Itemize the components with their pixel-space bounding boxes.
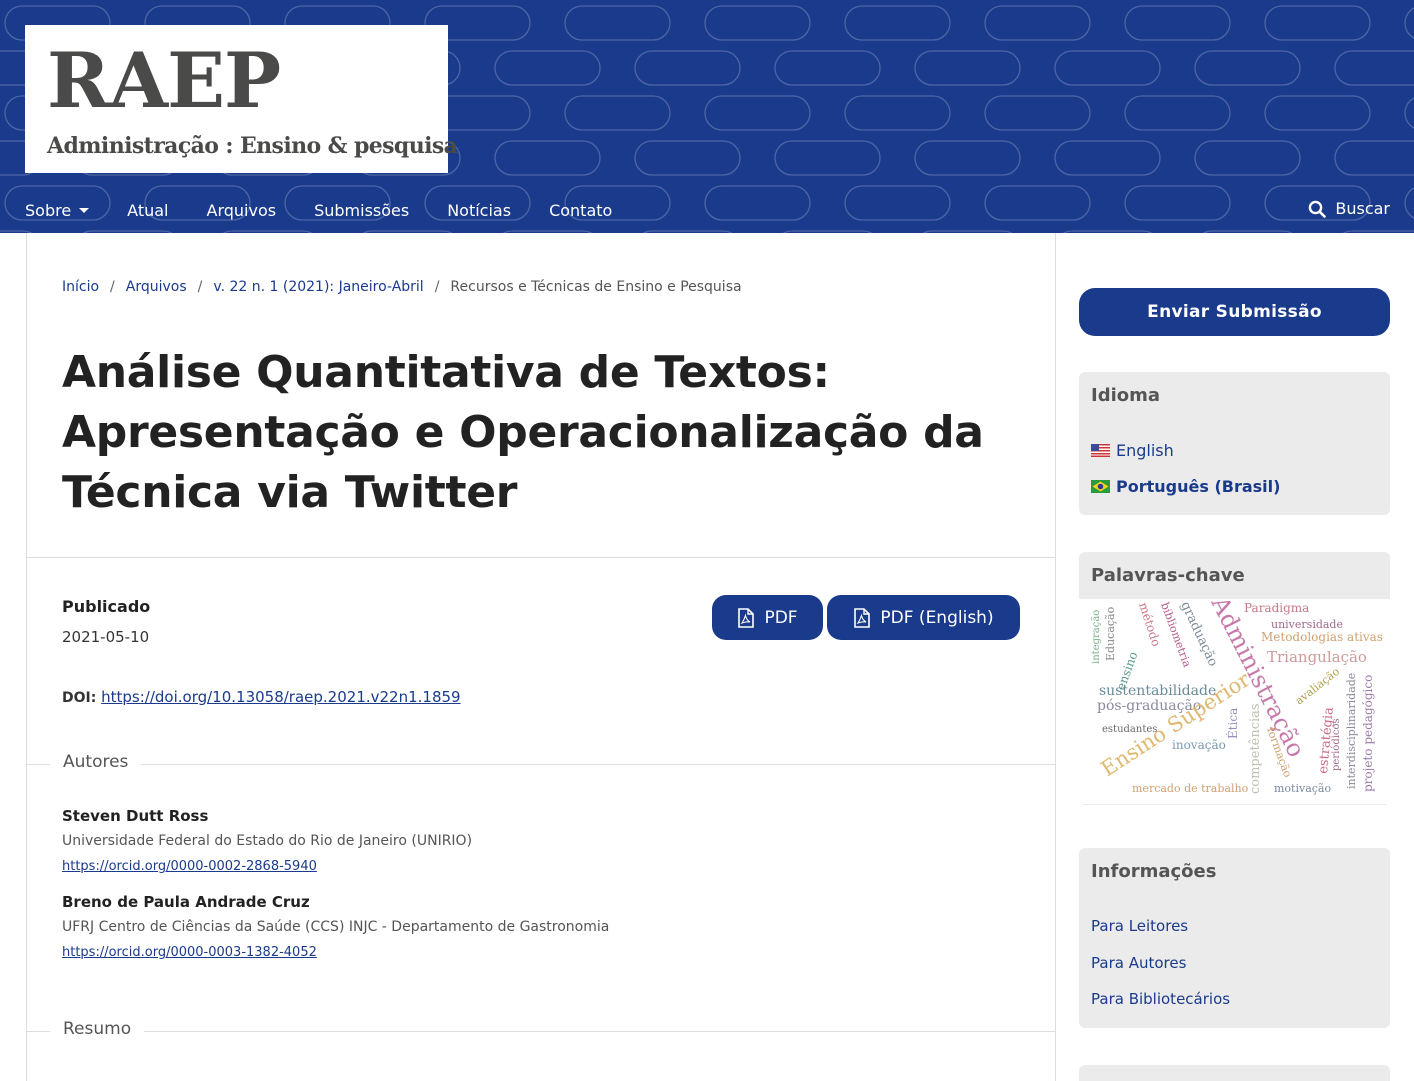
keyword-cloud: integração Educação ensino método biblio… (1079, 599, 1390, 804)
pdf-english-button[interactable]: PDF (English) (827, 595, 1020, 640)
nav-item-label: Contato (549, 200, 613, 220)
breadcrumb-issue[interactable]: v. 22 n. 1 (2021): Janeiro-Abril (213, 279, 423, 295)
submit-manuscript-button[interactable]: Enviar Submissão (1079, 288, 1390, 336)
file-pdf-icon (854, 607, 871, 628)
nav-item-label: Atual (127, 200, 169, 220)
language-label: English (1116, 441, 1174, 460)
keywords-block-title: Palavras-chave (1091, 565, 1245, 586)
keyword[interactable]: inovação (1172, 738, 1226, 752)
doi: DOI: https://doi.org/10.13058/raep.2021.… (62, 688, 461, 706)
breadcrumb-inicio[interactable]: Início (62, 279, 99, 295)
author-orcid-link[interactable]: https://orcid.org/0000-0002-2868-5940 (62, 859, 317, 874)
nav-item-noticias[interactable]: Notícias (447, 201, 511, 220)
us-flag-icon (1091, 444, 1110, 457)
keyword[interactable]: estudantes (1102, 724, 1157, 735)
info-block-title: Informações (1091, 861, 1217, 882)
site-logo[interactable]: RAEP Administração : Ensino & pesquisa (25, 25, 458, 173)
keyword[interactable]: periódicos (1331, 718, 1342, 771)
language-block-title: Idioma (1091, 385, 1161, 406)
nav-item-atual[interactable]: Atual (127, 201, 168, 220)
keywords-block: Palavras-chave integração Educação ensin… (1079, 552, 1390, 805)
nav-item-label: Notícias (447, 200, 512, 220)
keyword[interactable]: Educação (1104, 606, 1117, 661)
nav-item-arquivos[interactable]: Arquivos (207, 201, 277, 220)
author-orcid-link[interactable]: https://orcid.org/0000-0003-1382-4052 (62, 945, 317, 960)
nav-item-sobre[interactable]: Sobre (25, 200, 90, 220)
keyword[interactable]: Paradigma (1244, 601, 1309, 615)
authors-divider (27, 764, 1055, 765)
brazil-flag-icon (1091, 480, 1110, 493)
published-label: Publicado (62, 597, 151, 616)
doi-link[interactable]: https://doi.org/10.13058/raep.2021.v22n1… (101, 688, 460, 706)
divider (27, 557, 1055, 558)
keyword[interactable]: Ética (1225, 708, 1240, 739)
info-link-bibliotecarios[interactable]: Para Bibliotecários (1091, 990, 1230, 1008)
language-english-link[interactable]: English (1091, 441, 1174, 460)
published-date: 2021-05-10 (62, 628, 150, 646)
language-portuguese-link[interactable]: Português (Brasil) (1091, 477, 1280, 496)
site-header: RAEP Administração : Ensino & pesquisa S… (0, 0, 1414, 233)
language-label: Português (Brasil) (1116, 477, 1281, 496)
breadcrumb-separator: / (434, 279, 440, 295)
caret-down-icon (79, 207, 90, 213)
next-sidebar-block (1079, 1065, 1390, 1081)
logo-title: RAEP (47, 36, 281, 125)
search-label: Buscar (1335, 199, 1390, 218)
author-affiliation: UFRJ Centro de Ciências da Saúde (CCS) I… (62, 919, 610, 935)
search-icon (1309, 200, 1327, 218)
keyword[interactable]: competências (1248, 703, 1263, 794)
breadcrumb: Início / Arquivos / v. 22 n. 1 (2021): Janei… (62, 279, 742, 295)
nav-item-contato[interactable]: Contato (549, 201, 612, 220)
keyword[interactable]: avaliação (1293, 665, 1342, 708)
author-affiliation: Universidade Federal do Estado do Rio de… (62, 833, 473, 849)
search-link[interactable]: Buscar (1308, 199, 1390, 218)
author-name: Steven Dutt Ross (62, 807, 209, 825)
authors-heading: Autores (50, 752, 142, 772)
keyword[interactable]: Metodologias ativas (1261, 630, 1383, 644)
language-block: Idioma English Português (Brasil) (1079, 372, 1390, 515)
breadcrumb-current: Recursos e Técnicas de Ensino e Pesquisa (450, 279, 742, 295)
nav-item-label: Submissões (314, 200, 410, 220)
abstract-divider (27, 1031, 1055, 1032)
keyword[interactable]: mercado de trabalho (1132, 782, 1249, 795)
keyword[interactable]: interdisciplinaridade (1345, 673, 1358, 789)
doi-label: DOI: (62, 690, 97, 706)
info-link-leitores[interactable]: Para Leitores (1091, 917, 1188, 935)
author-name: Breno de Paula Andrade Cruz (62, 893, 310, 911)
keyword[interactable]: integração (1091, 610, 1102, 664)
abstract-heading: Resumo (50, 1019, 145, 1039)
breadcrumb-separator: / (110, 279, 115, 295)
keyword[interactable]: Triangulação (1267, 648, 1367, 666)
article-title: Análise Quantitativa de Textos: Apresent… (62, 347, 984, 518)
logo-subtitle: Administração : Ensino & pesquisa (47, 133, 458, 159)
keyword[interactable]: motivação (1274, 782, 1331, 795)
pdf-button[interactable]: PDF (712, 595, 823, 640)
info-block: Informações Para Leitores Para Autores P… (1079, 848, 1390, 1028)
main-nav: Sobre Atual Arquivos Submissões Notícias… (25, 199, 650, 221)
breadcrumb-separator: / (197, 279, 203, 295)
breadcrumb-arquivos[interactable]: Arquivos (126, 279, 187, 295)
pdf-button-label: PDF (764, 607, 798, 628)
main-content: Início / Arquivos / v. 22 n. 1 (2021): Janei… (26, 233, 1056, 1081)
nav-item-submissoes[interactable]: Submissões (314, 201, 409, 220)
pdf-english-button-label: PDF (English) (880, 607, 994, 628)
file-pdf-icon (738, 607, 755, 628)
nav-item-label: Arquivos (206, 200, 277, 220)
keyword[interactable]: projeto pedagógico (1361, 675, 1375, 792)
nav-item-label: Sobre (25, 200, 72, 220)
info-link-autores[interactable]: Para Autores (1091, 954, 1186, 972)
